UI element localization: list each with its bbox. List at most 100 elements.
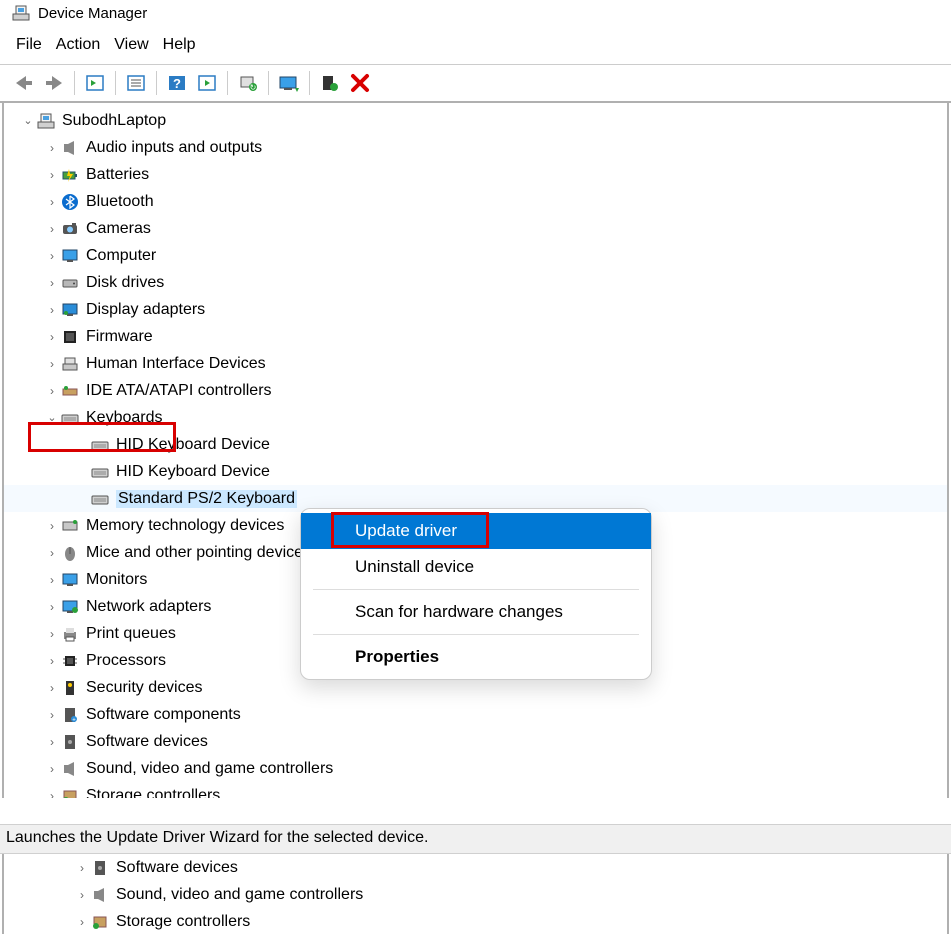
enable-device-button[interactable] — [316, 69, 344, 97]
expand-arrow-icon[interactable]: › — [44, 168, 60, 182]
tree-category-label: Memory technology devices — [86, 517, 284, 535]
action-panel-button[interactable] — [193, 69, 221, 97]
network-icon — [60, 597, 80, 617]
expand-arrow-icon[interactable]: › — [44, 357, 60, 371]
uninstall-device-button[interactable] — [346, 69, 374, 97]
softdev-icon — [60, 732, 80, 752]
tree-category-label: Software devices — [86, 733, 208, 751]
collapse-arrow-icon[interactable]: ⌄ — [44, 411, 60, 424]
expand-arrow-icon[interactable]: › — [44, 303, 60, 317]
expand-arrow-icon[interactable]: › — [44, 249, 60, 263]
tree-category[interactable]: › IDE ATA/ATAPI controllers — [4, 377, 947, 404]
expand-arrow-icon[interactable]: › — [44, 600, 60, 614]
menu-file[interactable]: File — [16, 36, 42, 54]
expand-arrow-icon[interactable]: › — [44, 546, 60, 560]
expand-arrow-icon[interactable]: › — [44, 141, 60, 155]
tree-category-label: Computer — [86, 247, 156, 265]
tree-category[interactable]: › Bluetooth — [4, 188, 947, 215]
tree-category-label: Display adapters — [86, 301, 205, 319]
menu-action[interactable]: Action — [56, 36, 100, 54]
tree-category[interactable]: › Batteries — [4, 161, 947, 188]
tree-category[interactable]: › Sound, video and game controllers — [4, 881, 947, 908]
tree-category-label: Security devices — [86, 679, 203, 697]
expand-arrow-icon[interactable]: › — [74, 888, 90, 902]
app-icon — [12, 4, 30, 22]
tree-device[interactable]: HID Keyboard Device — [4, 458, 947, 485]
expand-arrow-icon[interactable]: › — [44, 654, 60, 668]
scan-hardware-button[interactable]: ↻ — [234, 69, 262, 97]
tree-category[interactable]: › Storage controllers — [4, 908, 947, 934]
keyboard-icon — [90, 435, 110, 455]
tree-category[interactable]: › Cameras — [4, 215, 947, 242]
tree-category[interactable]: ⌄ Keyboards — [4, 404, 947, 431]
tree-category-label: Software devices — [116, 859, 238, 877]
firmware-icon — [60, 327, 80, 347]
forward-button[interactable] — [40, 69, 68, 97]
expand-arrow-icon[interactable]: › — [74, 861, 90, 875]
tree-category[interactable]: › Audio inputs and outputs — [4, 134, 947, 161]
tree-category[interactable]: › Firmware — [4, 323, 947, 350]
tree-device-label: HID Keyboard Device — [116, 463, 270, 481]
tree-category[interactable]: › Software devices — [4, 854, 947, 881]
expand-arrow-icon[interactable]: › — [44, 789, 60, 799]
tree-category[interactable]: › Sound, video and game controllers — [4, 755, 947, 782]
tree-root[interactable]: ⌄ SubodhLaptop — [4, 107, 947, 134]
expand-arrow-icon[interactable]: › — [44, 762, 60, 776]
tree-category-label: Monitors — [86, 571, 147, 589]
storage-icon — [60, 786, 80, 799]
expand-arrow-icon[interactable]: › — [44, 330, 60, 344]
update-driver-button[interactable] — [275, 69, 303, 97]
tree-root-label: SubodhLaptop — [62, 112, 166, 130]
tree-category-label: Disk drives — [86, 274, 164, 292]
tree-category-label: Bluetooth — [86, 193, 154, 211]
status-bar: Launches the Update Driver Wizard for th… — [0, 824, 951, 854]
ide-icon — [60, 381, 80, 401]
back-button[interactable] — [10, 69, 38, 97]
tree-category[interactable]: › Software devices — [4, 728, 947, 755]
context-menu-separator — [313, 589, 639, 590]
speaker-icon — [60, 759, 80, 779]
menu-view[interactable]: View — [114, 36, 148, 54]
context-menu-item[interactable]: Properties — [301, 639, 651, 675]
help-button[interactable]: ? — [163, 69, 191, 97]
expand-arrow-icon[interactable]: › — [44, 681, 60, 695]
tree-category[interactable]: › + Software components — [4, 701, 947, 728]
expand-arrow-icon[interactable]: › — [44, 276, 60, 290]
expand-arrow-icon[interactable]: › — [44, 627, 60, 641]
cpu-icon — [60, 651, 80, 671]
tree-category[interactable]: › Computer — [4, 242, 947, 269]
context-menu-item[interactable]: Update driver — [301, 513, 651, 549]
context-menu-item[interactable]: Uninstall device — [301, 549, 651, 585]
expand-arrow-icon[interactable]: › — [44, 708, 60, 722]
printer-icon — [60, 624, 80, 644]
tree-category[interactable]: › Display adapters — [4, 296, 947, 323]
expand-arrow-icon[interactable]: › — [44, 195, 60, 209]
device-tree-duplicate: › Software devices › Sound, video and ga… — [2, 854, 949, 934]
tree-category[interactable]: › Human Interface Devices — [4, 350, 947, 377]
expand-arrow-icon[interactable]: › — [44, 384, 60, 398]
expand-arrow-icon[interactable]: › — [44, 519, 60, 533]
context-menu: Update driverUninstall device Scan for ha… — [300, 508, 652, 680]
expand-arrow-icon[interactable]: › — [44, 222, 60, 236]
expand-arrow-icon[interactable]: › — [74, 915, 90, 929]
expand-arrow-icon[interactable]: › — [44, 735, 60, 749]
properties-button[interactable] — [122, 69, 150, 97]
show-hide-tree-button[interactable] — [81, 69, 109, 97]
menu-help[interactable]: Help — [163, 36, 196, 54]
bluetooth-icon — [60, 192, 80, 212]
collapse-arrow-icon[interactable]: ⌄ — [20, 114, 36, 127]
hid-icon — [60, 354, 80, 374]
keyboard-icon — [90, 462, 110, 482]
tree-device[interactable]: HID Keyboard Device — [4, 431, 947, 458]
tree-category-label: Audio inputs and outputs — [86, 139, 262, 157]
expand-arrow-icon[interactable]: › — [44, 573, 60, 587]
device-tree[interactable]: ⌄ SubodhLaptop › Audio inputs and output… — [2, 103, 949, 798]
display-icon — [60, 300, 80, 320]
tree-category[interactable]: › Disk drives — [4, 269, 947, 296]
tree-category-label: Sound, video and game controllers — [116, 886, 363, 904]
tree-category-label: Mice and other pointing devices — [86, 544, 311, 562]
context-menu-item[interactable]: Scan for hardware changes — [301, 594, 651, 630]
tree-category-label: Firmware — [86, 328, 153, 346]
tree-category[interactable]: › Storage controllers — [4, 782, 947, 798]
storage-icon — [90, 912, 110, 932]
